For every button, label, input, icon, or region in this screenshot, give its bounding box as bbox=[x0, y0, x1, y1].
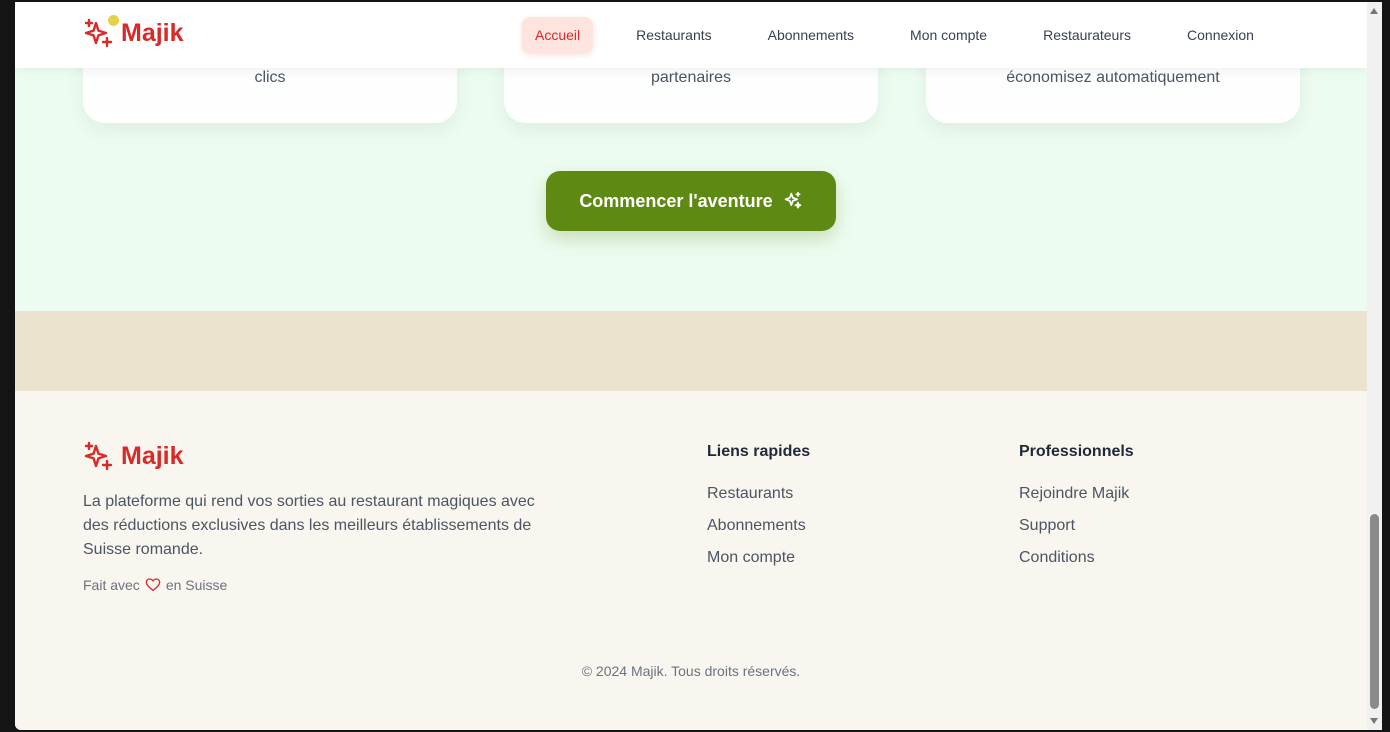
footer-link-mon-compte[interactable]: Mon compte bbox=[707, 547, 810, 579]
start-adventure-button[interactable]: Commencer l'aventure bbox=[546, 171, 836, 231]
nav-item-accueil[interactable]: Accueil bbox=[522, 17, 594, 53]
brand-name: Majik bbox=[121, 441, 184, 470]
brand-name: Majik bbox=[121, 18, 184, 47]
feature-card-text: partenaires bbox=[650, 69, 732, 86]
made-with-prefix: Fait avec bbox=[83, 577, 140, 593]
copyright-text: © 2024 Majik. Tous droits réservés. bbox=[581, 663, 801, 679]
scrollbar-thumb[interactable] bbox=[1370, 514, 1379, 709]
nav-item-restaurants[interactable]: Restaurants bbox=[623, 17, 724, 53]
nav-item-mon-compte[interactable]: Mon compte bbox=[897, 17, 1000, 53]
professionals-title: Professionnels bbox=[1019, 443, 1134, 460]
footer-divider-band bbox=[15, 311, 1367, 391]
made-with-suffix: en Suisse bbox=[165, 577, 228, 593]
footer-link-rejoindre[interactable]: Rejoindre Majik bbox=[1019, 483, 1134, 515]
logo-accent-dot bbox=[108, 15, 119, 26]
quick-links-column: Liens rapides Restaurants Abonnements Mo… bbox=[707, 443, 810, 579]
header-logo[interactable]: Majik bbox=[83, 15, 184, 48]
sparkles-logo-icon bbox=[84, 441, 113, 471]
footer-link-abonnements[interactable]: Abonnements bbox=[707, 515, 810, 547]
footer-logo[interactable]: Majik bbox=[83, 441, 184, 471]
heart-icon bbox=[145, 578, 161, 591]
sparkles-icon bbox=[784, 191, 802, 209]
feature-card-text: clics bbox=[254, 69, 286, 86]
footer-link-support[interactable]: Support bbox=[1019, 515, 1134, 547]
nav-item-restaurateurs[interactable]: Restaurateurs bbox=[1030, 17, 1144, 53]
cta-label: Commencer l'aventure bbox=[579, 190, 773, 211]
main-nav: Accueil Restaurants Abonnements Mon comp… bbox=[522, 17, 1267, 53]
scroll-up-arrow[interactable] bbox=[1370, 8, 1378, 14]
scroll-down-arrow[interactable] bbox=[1370, 718, 1378, 724]
site-header: Majik Accueil Restaurants Abonnements Mo… bbox=[15, 2, 1367, 68]
footer-link-conditions[interactable]: Conditions bbox=[1019, 547, 1134, 579]
site-footer: Majik La plateforme qui rend vos sorties… bbox=[15, 391, 1367, 730]
nav-item-abonnements[interactable]: Abonnements bbox=[755, 17, 867, 53]
feature-card-text: économisez automatiquement bbox=[1006, 69, 1220, 86]
browser-frame: clics partenaires économisez automatique… bbox=[0, 0, 1390, 732]
professionals-column: Professionnels Rejoindre Majik Support C… bbox=[1019, 443, 1134, 579]
page-viewport: clics partenaires économisez automatique… bbox=[15, 2, 1367, 730]
made-with-love: Fait avec en Suisse bbox=[83, 577, 227, 593]
quick-links-title: Liens rapides bbox=[707, 443, 811, 460]
footer-link-restaurants[interactable]: Restaurants bbox=[707, 483, 810, 515]
nav-item-connexion[interactable]: Connexion bbox=[1174, 17, 1267, 53]
footer-description: La plateforme qui rend vos sorties au re… bbox=[83, 493, 535, 558]
vertical-scrollbar[interactable] bbox=[1367, 2, 1382, 730]
